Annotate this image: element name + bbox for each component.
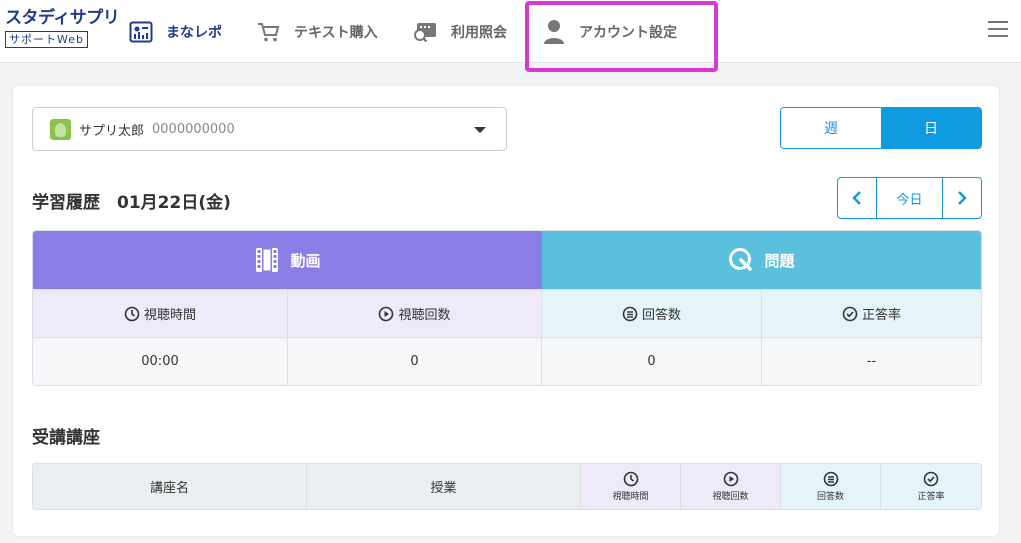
nav-label: 利用照会 bbox=[451, 24, 507, 41]
col-label: 正答率 bbox=[861, 308, 901, 323]
col-answer-count: 回答数 bbox=[542, 290, 762, 337]
student-id: 0000000000 bbox=[152, 121, 235, 137]
history-title: 学習履歴 01月22日(金) bbox=[32, 193, 231, 213]
col-watch-time: 視聴時間 bbox=[33, 290, 288, 337]
col-accuracy: 正答率 bbox=[881, 464, 981, 509]
nav-usage-inquiry[interactable]: 利用照会 bbox=[413, 0, 507, 63]
col-watch-count: 視聴回数 bbox=[681, 464, 781, 509]
chevron-down-icon bbox=[474, 127, 486, 133]
nav-manarepo[interactable]: まなレポ bbox=[128, 0, 222, 63]
col-label: 視聴回数 bbox=[712, 492, 749, 502]
prev-day-button[interactable] bbox=[838, 178, 876, 218]
play-icon bbox=[379, 306, 394, 321]
period-week-button[interactable]: 週 bbox=[781, 108, 881, 148]
film-icon bbox=[254, 247, 280, 273]
check-circle-icon bbox=[923, 471, 939, 487]
col-label: 視聴時間 bbox=[143, 308, 196, 323]
play-icon bbox=[723, 471, 738, 487]
main-card: サプリ太郎 0000000000 週 日 学習履歴 01月22日(金) 今日 動… bbox=[13, 86, 999, 536]
col-watch-time: 視聴時間 bbox=[581, 464, 681, 509]
col-label: 回答数 bbox=[641, 308, 681, 323]
quiz-icon bbox=[728, 247, 754, 273]
period-day-button[interactable]: 日 bbox=[881, 108, 981, 148]
watch-count-value: 0 bbox=[288, 338, 542, 385]
col-course-name: 講座名 bbox=[33, 464, 307, 509]
student-name: サプリ太郎 bbox=[79, 123, 145, 139]
quiz-header: 問題 bbox=[542, 231, 981, 289]
nav-label: テキスト購入 bbox=[294, 24, 378, 41]
chevron-right-icon bbox=[958, 191, 967, 205]
accuracy-value: -- bbox=[762, 338, 981, 385]
col-label: 視聴回数 bbox=[398, 308, 451, 323]
logo-sub-text: サポートWeb bbox=[5, 31, 88, 48]
report-icon bbox=[128, 19, 154, 45]
top-header: スタディサプリ サポートWeb まなレポ テキスト購入 利用照会 アカウント設定 bbox=[0, 0, 1021, 72]
video-header: 動画 bbox=[33, 231, 542, 289]
course-table-header: 講座名 授業 視聴時間 視聴回数 回答数 正答率 bbox=[32, 463, 982, 510]
video-header-label: 動画 bbox=[290, 251, 321, 270]
col-lesson: 授業 bbox=[307, 464, 581, 509]
watch-time-value: 00:00 bbox=[33, 338, 288, 385]
col-watch-count: 視聴回数 bbox=[288, 290, 542, 337]
hamburger-icon[interactable] bbox=[988, 21, 1008, 39]
avatar bbox=[50, 118, 71, 140]
col-label: 視聴時間 bbox=[612, 492, 649, 502]
logo-main-text: スタディサプリ bbox=[5, 8, 120, 28]
cart-icon bbox=[256, 19, 282, 45]
chevron-left-icon bbox=[852, 191, 861, 205]
col-accuracy: 正答率 bbox=[762, 290, 981, 337]
usage-icon bbox=[413, 19, 439, 45]
clock-icon bbox=[124, 306, 140, 321]
highlight-annotation bbox=[525, 1, 718, 72]
nav-label: まなレポ bbox=[166, 24, 222, 41]
nav-text-purchase[interactable]: テキスト購入 bbox=[256, 0, 378, 63]
list-icon bbox=[622, 306, 638, 321]
student-select[interactable]: サプリ太郎 0000000000 bbox=[32, 107, 507, 151]
period-toggle: 週 日 bbox=[780, 107, 982, 149]
courses-title: 受講講座 bbox=[32, 428, 100, 448]
col-label: 回答数 bbox=[816, 492, 844, 502]
logo[interactable]: スタディサプリ サポートWeb bbox=[5, 8, 120, 48]
col-answer-count: 回答数 bbox=[781, 464, 881, 509]
date-navigator: 今日 bbox=[837, 177, 982, 219]
list-icon bbox=[823, 471, 838, 487]
next-day-button[interactable] bbox=[943, 178, 981, 218]
col-label: 正答率 bbox=[917, 492, 945, 502]
check-circle-icon bbox=[842, 306, 858, 321]
quiz-header-label: 問題 bbox=[764, 251, 795, 270]
today-button[interactable]: 今日 bbox=[876, 178, 943, 218]
clock-icon bbox=[623, 471, 638, 487]
learning-stats-table: 動画 問題 視聴時間 視聴回数 回答数 正答率 00:00 0 0 -- bbox=[32, 230, 982, 386]
answer-count-value: 0 bbox=[542, 338, 762, 385]
